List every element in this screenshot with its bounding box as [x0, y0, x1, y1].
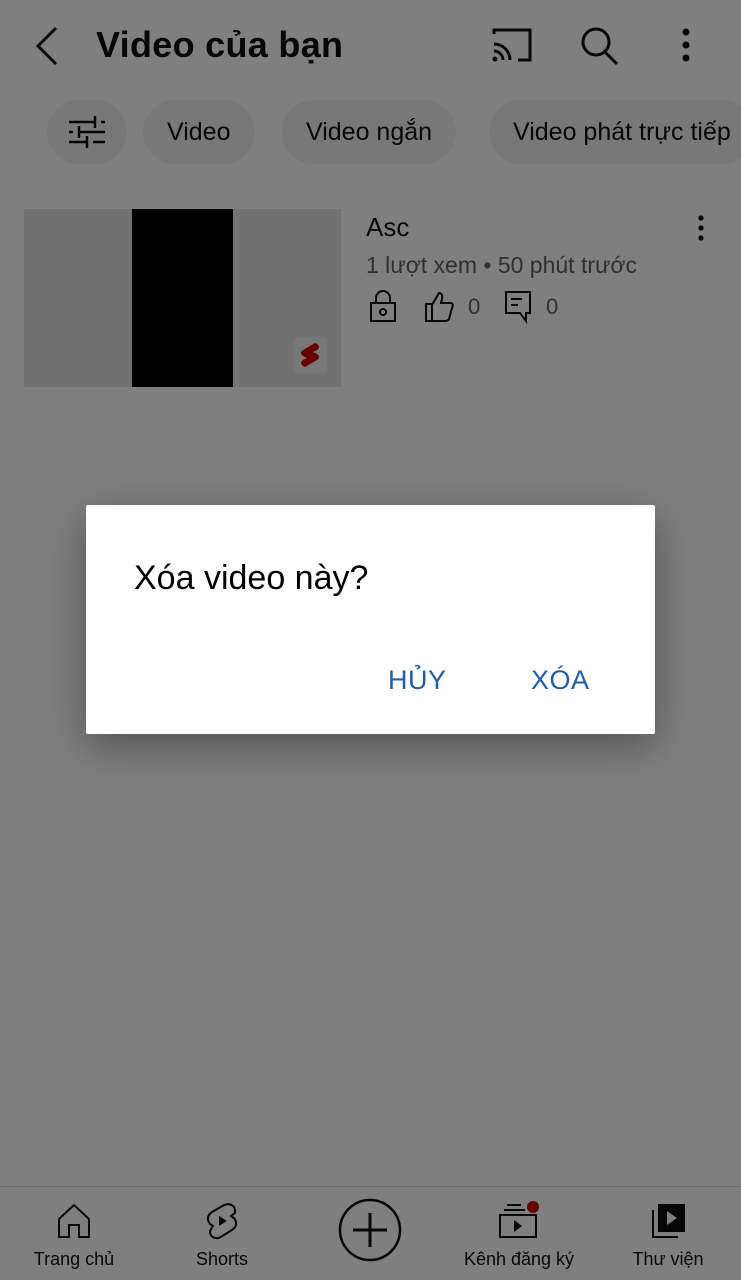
cancel-button[interactable]: HỦY [388, 665, 447, 696]
delete-confirm-dialog: Xóa video này? HỦY XÓA [86, 505, 655, 734]
delete-button[interactable]: XÓA [531, 665, 590, 696]
dialog-title: Xóa video này? [134, 559, 369, 597]
